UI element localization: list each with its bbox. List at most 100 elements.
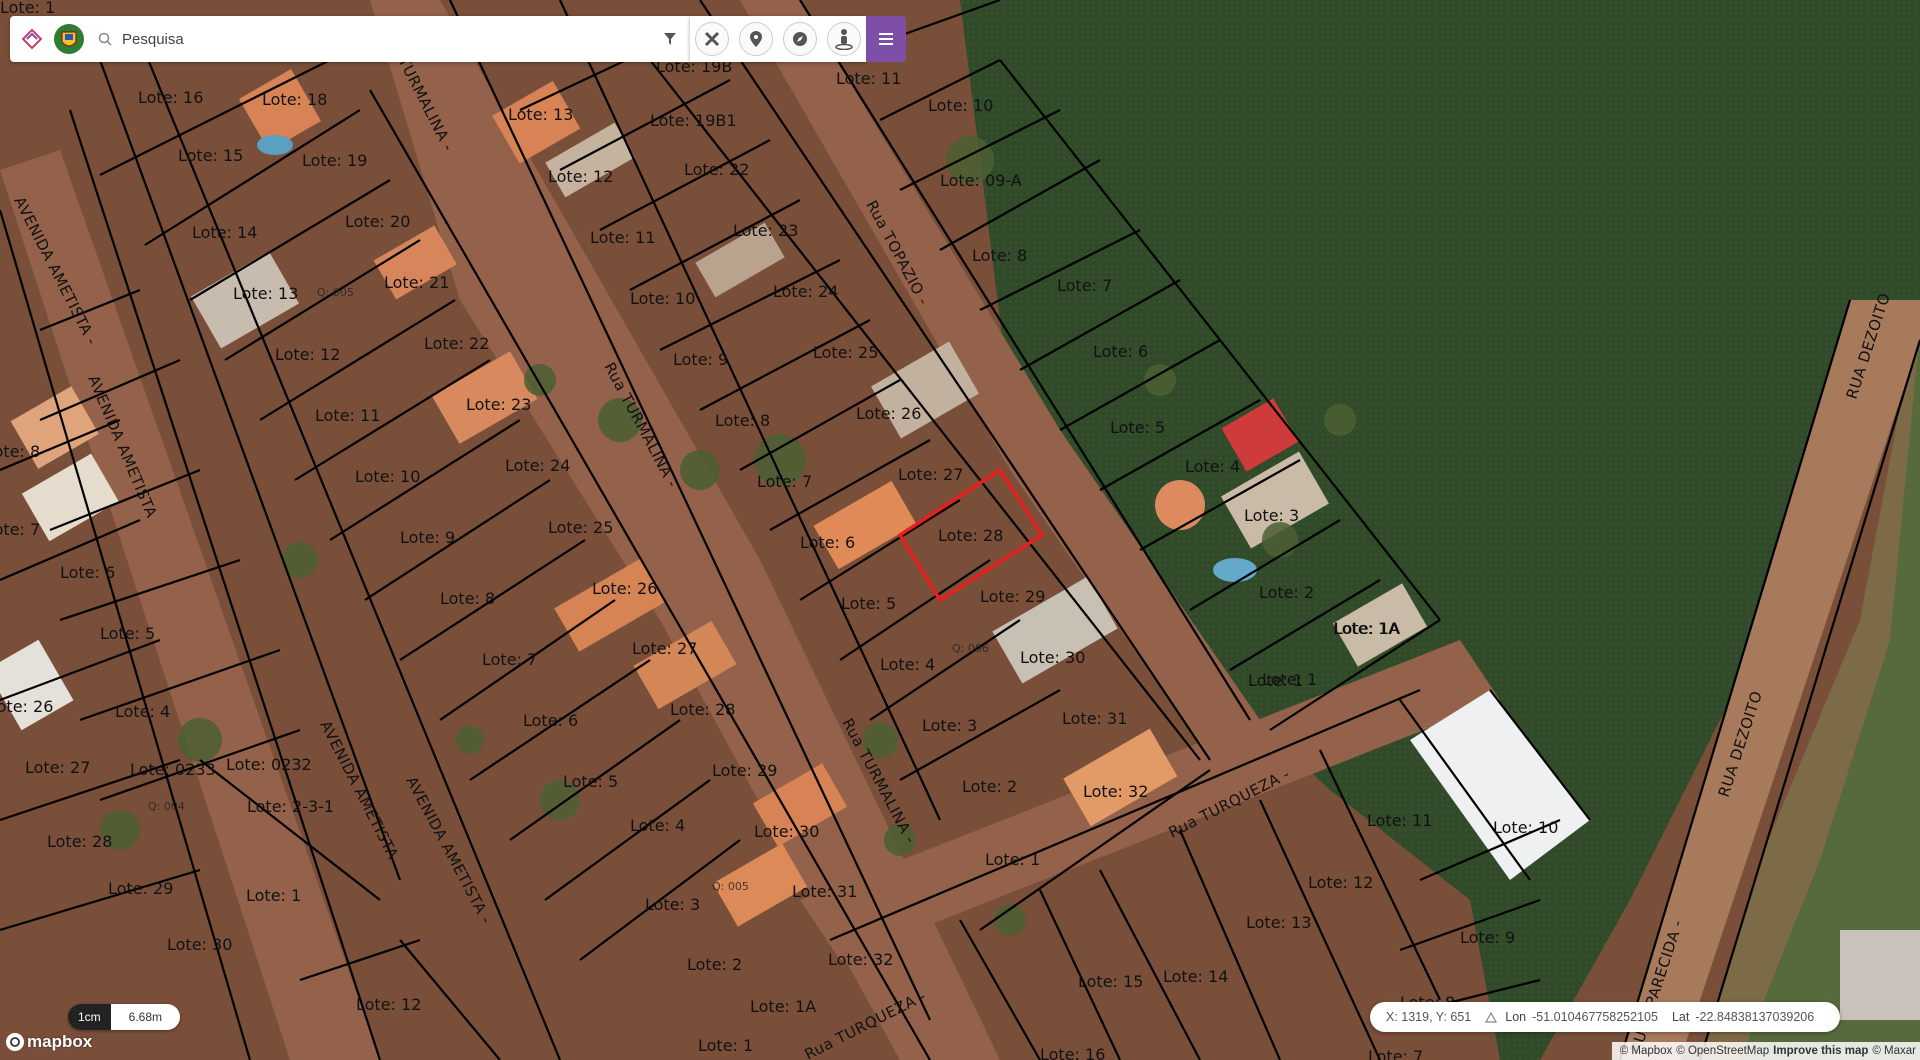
lot-label[interactable]: Lote: 16 [138, 88, 203, 107]
lot-label[interactable]: Lote: 11 [315, 406, 380, 425]
place-marker-button[interactable] [734, 16, 778, 62]
lot-label[interactable]: Lote: 13 [508, 105, 573, 124]
lot-label[interactable]: Lote: 3 [645, 895, 700, 914]
lot-label[interactable]: Lote: 28 [670, 700, 735, 719]
lot-label[interactable]: Lote: 8 [0, 442, 40, 461]
lot-label[interactable]: Lote: 1 [985, 850, 1040, 869]
lot-label[interactable]: Lote: 25 [813, 343, 878, 362]
lot-label[interactable]: Lote: 7 [0, 520, 40, 539]
lot-label[interactable]: Lote: 12 [356, 995, 421, 1014]
lot-label[interactable]: Lote: 1A [750, 997, 816, 1016]
lot-label[interactable]: Lote: 18 [262, 90, 327, 109]
lot-label[interactable]: Lote: 10 [1493, 818, 1558, 837]
lot-label[interactable]: Lote: 16 [1040, 1045, 1105, 1060]
search-field[interactable] [96, 16, 652, 62]
osm-attribution-link[interactable]: © OpenStreetMap [1676, 1045, 1769, 1057]
lot-label[interactable]: Lote: 4 [115, 702, 170, 721]
map-canvas[interactable]: Lote: 1 Lote: 16 Lote: 18 Lote: 15 Lote:… [0, 0, 1920, 1060]
lot-label[interactable]: Lote: 5 [1110, 418, 1165, 437]
lot-label[interactable]: Lote: 26 [856, 404, 921, 423]
lot-label[interactable]: Lote: 31 [1062, 709, 1127, 728]
lot-label[interactable]: Lote: 13 [1246, 913, 1311, 932]
lot-label[interactable]: Lote: 11 [1367, 811, 1432, 830]
lot-label[interactable]: Lote: 29 [712, 761, 777, 780]
lot-label[interactable]: Lote: 6 [1093, 342, 1148, 361]
lot-label[interactable]: Lote: 1 [246, 886, 301, 905]
lot-label[interactable]: Lote: 10 [928, 96, 993, 115]
lot-label[interactable]: Lote: 2 [962, 777, 1017, 796]
lot-label[interactable]: Lote: 6 [800, 533, 855, 552]
lot-label[interactable]: Lote: 3 [922, 716, 977, 735]
lot-label[interactable]: Lote: 7 [1057, 276, 1112, 295]
navigation-button[interactable] [778, 16, 822, 62]
lot-label[interactable]: Lote: 30 [167, 935, 232, 954]
lot-label[interactable]: Lote: 7 [482, 650, 537, 669]
lot-label[interactable]: Lote: 12 [548, 167, 613, 186]
lot-label[interactable]: Lote: 19B1 [650, 111, 737, 130]
lot-label[interactable]: Lote: 4 [1185, 457, 1240, 476]
lot-label[interactable]: Lote: 1 [0, 0, 55, 17]
mapbox-attribution-link[interactable]: © Mapbox [1620, 1045, 1673, 1057]
lot-label[interactable]: Lote: 4 [880, 655, 935, 674]
lot-label[interactable]: Lote: 19 [302, 151, 367, 170]
main-menu-button[interactable] [866, 16, 906, 62]
lot-label[interactable]: Lote: 9 [673, 350, 728, 369]
lot-label[interactable]: Lote: 2 [687, 955, 742, 974]
lot-label[interactable]: Lote: 12 [275, 345, 340, 364]
lot-label[interactable]: Lote: 7 [1368, 1047, 1423, 1060]
improve-map-link[interactable]: Improve this map [1773, 1045, 1868, 1057]
lot-label[interactable]: Lote: 8 [440, 589, 495, 608]
lot-label[interactable]: Lote: 10 [630, 289, 695, 308]
lot-label[interactable]: Lote: 0233 [130, 760, 216, 779]
lot-label[interactable]: Lote: 7 [757, 472, 812, 491]
lot-label[interactable]: Lote: 26 [592, 579, 657, 598]
measure-tools-button[interactable] [690, 16, 734, 62]
lot-label[interactable]: Lote: 8 [972, 246, 1027, 265]
lot-label[interactable]: Lote: 6 [60, 563, 115, 582]
municipal-crest-icon[interactable] [50, 20, 88, 58]
lot-label[interactable]: Lote: 25 [548, 518, 613, 537]
lot-label[interactable]: Lote: 09-A [940, 171, 1022, 190]
maxar-attribution-link[interactable]: © Maxar [1872, 1045, 1916, 1057]
lot-label[interactable]: Lote: 12 [1308, 873, 1373, 892]
lot-label[interactable]: Lote: 27 [898, 465, 963, 484]
lot-label[interactable]: Lote: 27 [632, 639, 697, 658]
lot-label[interactable]: Lote: 5 [841, 594, 896, 613]
lot-label[interactable]: Lote: 11 [590, 228, 655, 247]
lot-label[interactable]: Lote: 30 [754, 822, 819, 841]
lot-label[interactable]: Lote: 11 [836, 69, 901, 88]
lot-label[interactable]: Lote: 24 [505, 456, 570, 475]
lot-label[interactable]: Lote: 4 [630, 816, 685, 835]
lot-label[interactable]: Lote: 15 [1078, 972, 1143, 991]
lot-label[interactable]: Lote: 5 [100, 624, 155, 643]
lot-label[interactable]: Lote: 1 [1248, 671, 1303, 690]
lot-label[interactable]: Lote: 20 [345, 212, 410, 231]
lot-label[interactable]: Lote: 29 [980, 587, 1045, 606]
lot-label[interactable]: Lote: 32 [1083, 782, 1148, 801]
lot-label[interactable]: Lote: 32 [828, 950, 893, 969]
lot-label[interactable]: Lote: 1 [698, 1036, 753, 1055]
lot-label[interactable]: Lote: 29 [108, 879, 173, 898]
selected-lot-label[interactable]: Lote: 28 [938, 526, 1003, 545]
lot-label[interactable]: Lote: 8 [715, 411, 770, 430]
lot-label[interactable]: Lote: 6 [523, 711, 578, 730]
lot-label[interactable]: Lote: 27 [25, 758, 90, 777]
lot-label[interactable]: Lote: 24 [773, 282, 838, 301]
lot-label[interactable]: Lote: 5 [563, 772, 618, 791]
lot-label[interactable]: Lote: 23 [466, 395, 531, 414]
app-logo-icon[interactable] [18, 25, 46, 53]
search-input[interactable] [120, 29, 644, 49]
lot-label[interactable]: Lote: 14 [1163, 967, 1228, 986]
lot-label[interactable]: Lote: 22 [684, 160, 749, 179]
lot-label[interactable]: Lote: 13 [233, 284, 298, 303]
lot-label[interactable]: Lote: 28 [47, 832, 112, 851]
lot-label[interactable]: Lote: 30 [1020, 648, 1085, 667]
lot-label[interactable]: Lote: 0232 [226, 755, 312, 774]
mapbox-logo[interactable]: mapbox [6, 1032, 92, 1052]
lot-label[interactable]: Lote: 14 [192, 223, 257, 242]
lot-label[interactable]: Lote: 10 [355, 467, 420, 486]
lot-label[interactable]: Lote: 23 [733, 221, 798, 240]
lot-label[interactable]: Lote: 15 [178, 146, 243, 165]
lot-label[interactable]: Lote: 31 [792, 882, 857, 901]
lot-label[interactable]: Lote: 3 [1244, 506, 1299, 525]
